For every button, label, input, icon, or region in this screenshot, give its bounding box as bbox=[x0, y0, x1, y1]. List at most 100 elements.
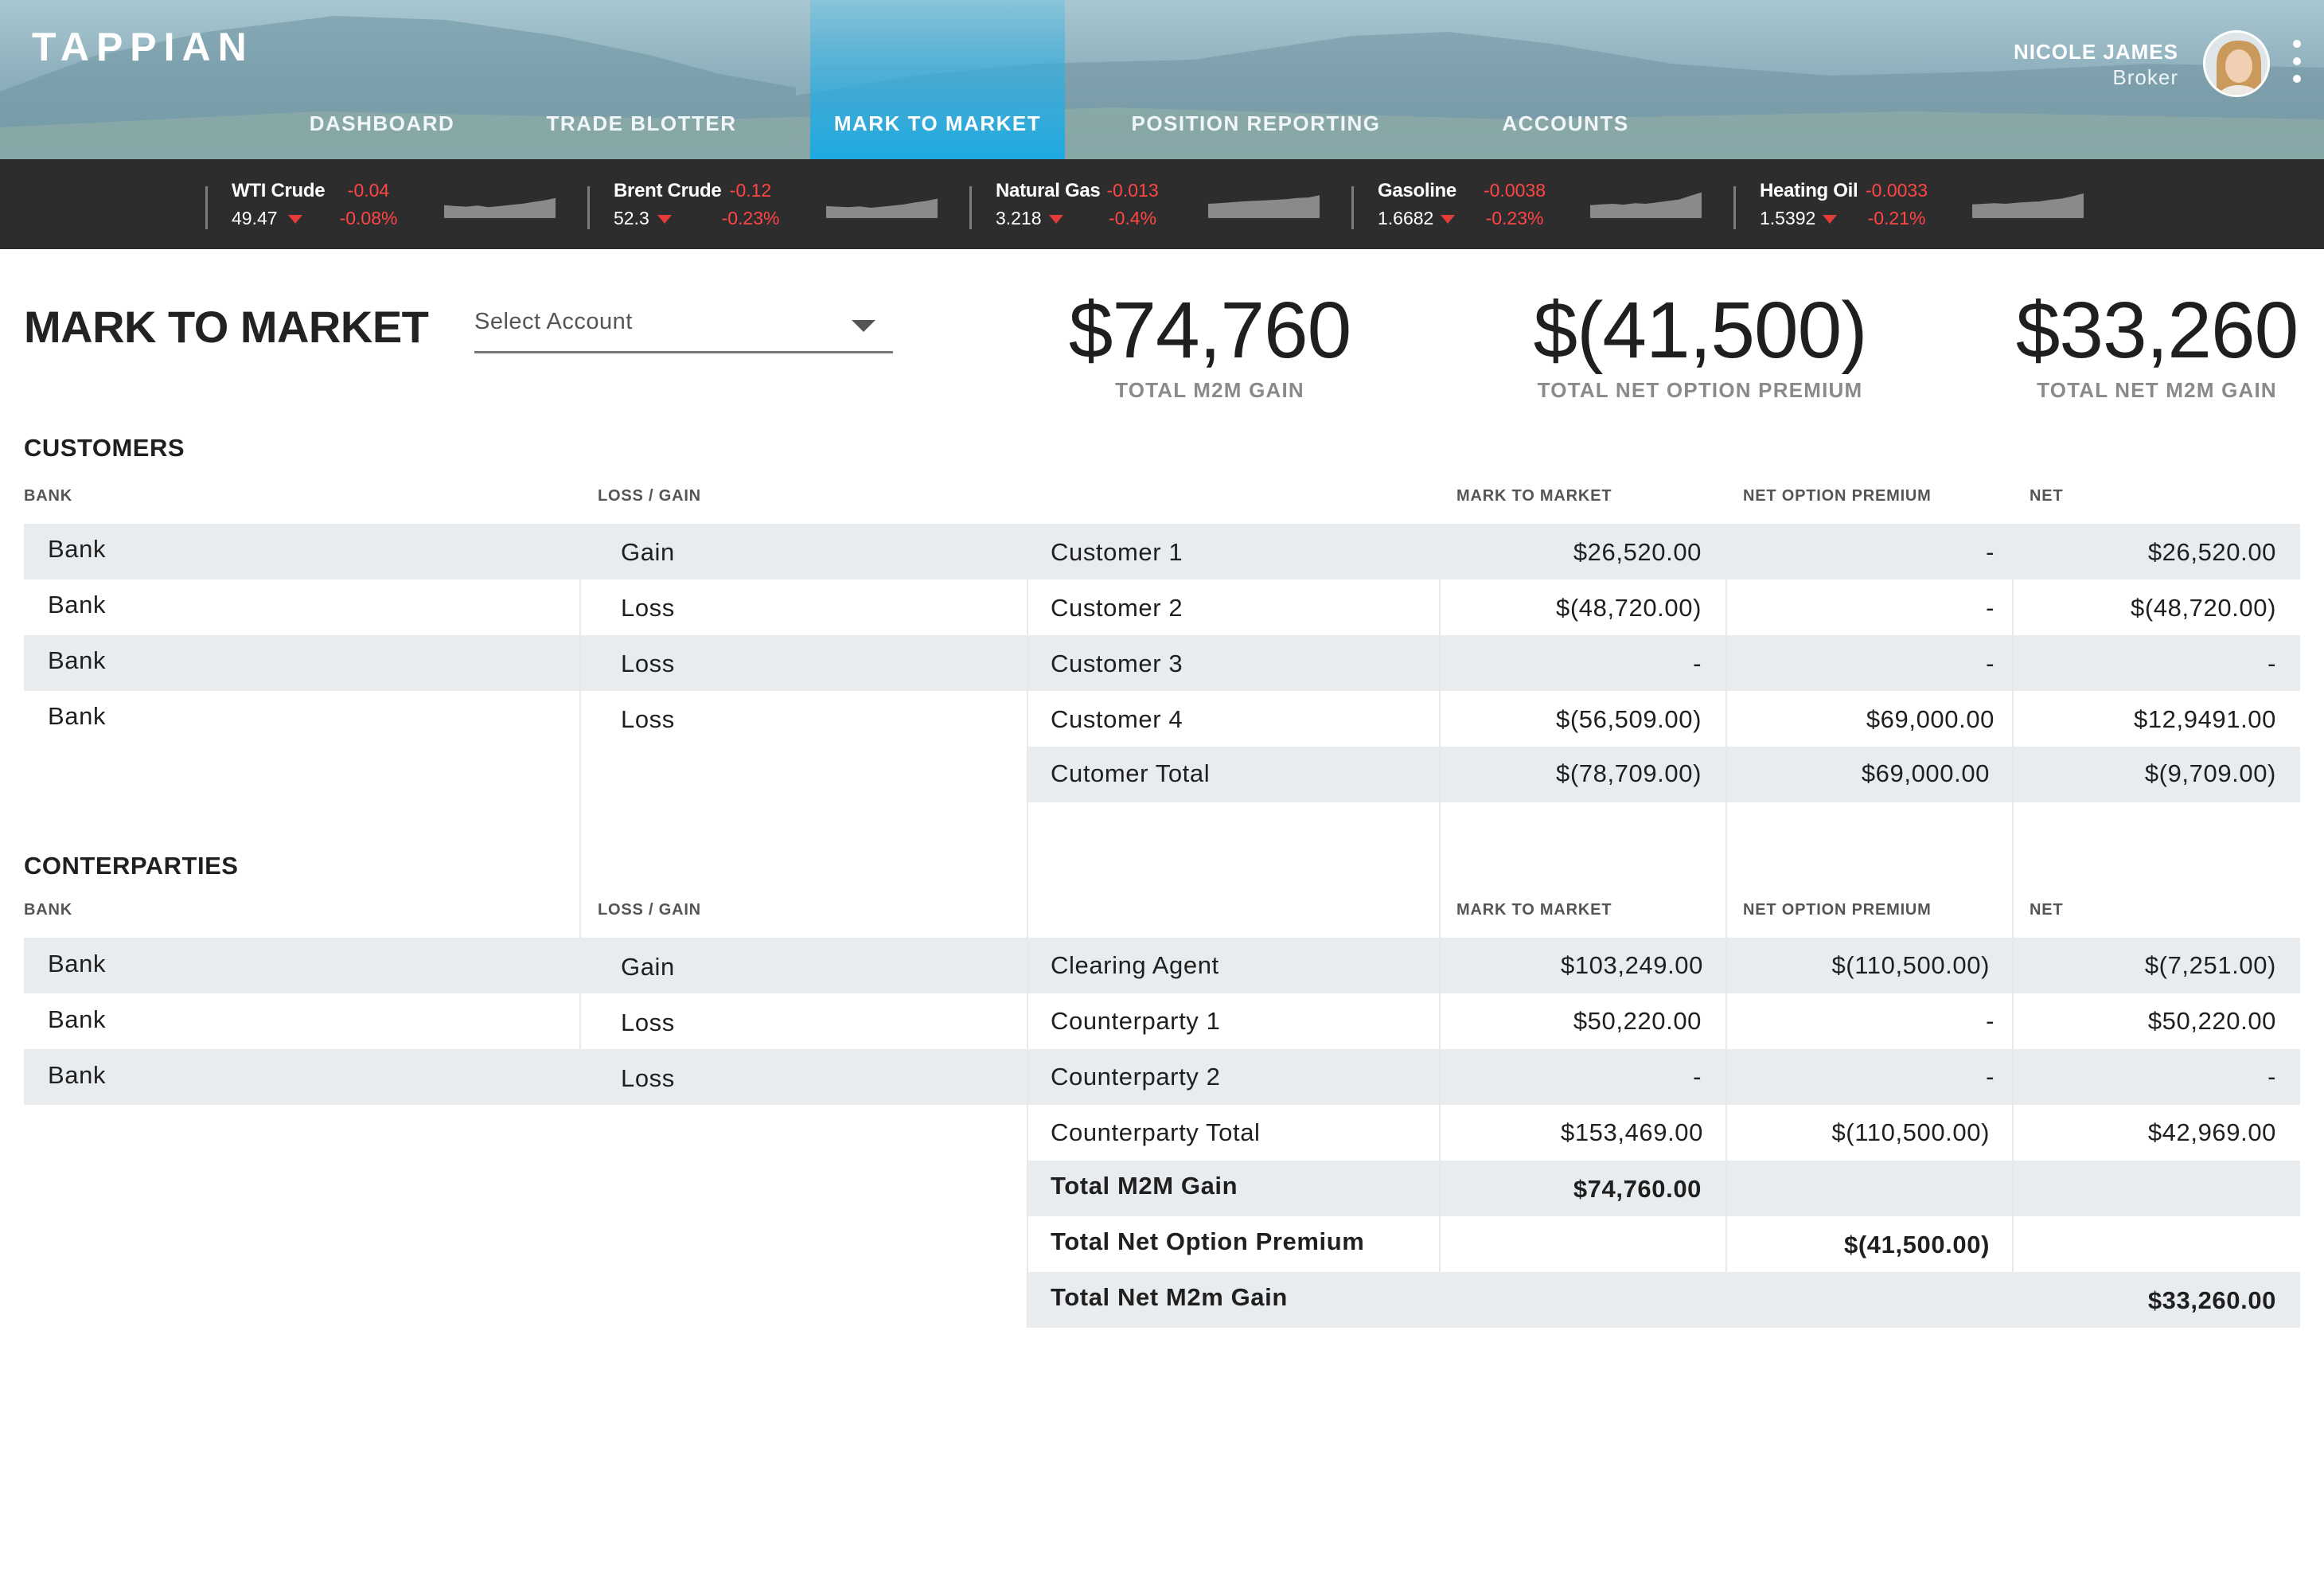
column-header-net: NET bbox=[2030, 487, 2064, 505]
table-row-loss-gain: Gain bbox=[621, 538, 675, 566]
ticker-name: Heating Oil bbox=[1760, 180, 1858, 201]
ticker-item[interactable]: Brent Crude 52.3 -0.12 -0.23% bbox=[587, 159, 969, 249]
customer-total-label: Cutomer Total bbox=[1051, 759, 1211, 787]
down-arrow-icon bbox=[1823, 215, 1837, 224]
ticker-item[interactable]: WTI Crude 49.47 -0.04 -0.08% bbox=[205, 159, 587, 249]
total-net-m2m-gain-label: Total Net M2m Gain bbox=[1051, 1283, 1288, 1311]
counterparty-total-net: $42,969.00 bbox=[2147, 1118, 2276, 1146]
sparkline-area bbox=[1208, 195, 1320, 218]
section-title-counterparties: CONTERPARTIES bbox=[24, 852, 239, 880]
table-row-bank: Bank bbox=[48, 1005, 107, 1033]
table-row-name[interactable]: Customer 1 bbox=[1051, 538, 1183, 567]
column-header-bank: BANK bbox=[24, 487, 72, 505]
sparkline-area bbox=[1590, 192, 1702, 218]
ticker-change: -0.0033 bbox=[1865, 180, 1928, 201]
column-header-net-option-premium: NET OPTION PREMIUM bbox=[1743, 901, 1932, 919]
total-net-m2m-gain-value: $33,260.00 bbox=[2147, 1286, 2276, 1314]
table-row-m2m: $(56,509.00) bbox=[1556, 705, 1702, 733]
user-name: NICOLE JAMES bbox=[2013, 40, 2178, 64]
ticker-price: 49.47 bbox=[232, 208, 278, 228]
customer-total-m2m: $(78,709.00) bbox=[1556, 759, 1702, 787]
sparkline-icon bbox=[1972, 193, 2084, 218]
table-row-name[interactable]: Clearing Agent bbox=[1051, 951, 1219, 980]
total-m2m-gain-label: Total M2M Gain bbox=[1051, 1172, 1238, 1200]
ticker-price: 1.6682 bbox=[1378, 208, 1434, 228]
table-row-nop: $69,000.00 bbox=[1866, 705, 1995, 733]
table-row-net: $26,520.00 bbox=[2147, 538, 2276, 566]
table-row-bank: Bank bbox=[48, 591, 107, 618]
summary-label: TOTAL NET M2M GAIN bbox=[2037, 378, 2277, 402]
summary-label: TOTAL NET OPTION PREMIUM bbox=[1537, 378, 1863, 402]
ticker-item[interactable]: Heating Oil 1.5392 -0.0033 -0.21% bbox=[1733, 159, 2115, 249]
more-menu-icon[interactable] bbox=[2289, 40, 2305, 91]
nav-dashboard[interactable]: DASHBOARD bbox=[296, 0, 468, 159]
table-row-nop: - bbox=[1986, 650, 1995, 677]
summary-total-m2m-gain: $74,760 TOTAL M2M GAIN bbox=[1027, 283, 1393, 403]
summary-value: $(41,500) bbox=[1533, 286, 1867, 375]
main-nav: DASHBOARD TRADE BLOTTER MARK TO MARKET P… bbox=[0, 0, 2324, 159]
table-row-name[interactable]: Customer 4 bbox=[1051, 705, 1183, 734]
table-row-m2m: $26,520.00 bbox=[1573, 538, 1702, 566]
summary-label: TOTAL M2M GAIN bbox=[1115, 378, 1304, 402]
table-row-loss-gain: Loss bbox=[621, 1009, 675, 1036]
table-row-loss-gain: Loss bbox=[621, 705, 675, 733]
down-arrow-icon bbox=[1049, 215, 1063, 224]
account-select-placeholder: Select Account bbox=[474, 309, 633, 334]
chevron-down-icon[interactable] bbox=[852, 320, 875, 332]
nav-position-reporting[interactable]: POSITION REPORTING bbox=[1122, 0, 1390, 159]
sparkline-area bbox=[1972, 193, 2084, 218]
nav-mark-to-market[interactable]: MARK TO MARKET bbox=[810, 0, 1065, 159]
section-title-customers: CUSTOMERS bbox=[24, 434, 185, 462]
table-row-net: $12,9491.00 bbox=[2134, 705, 2276, 733]
nav-accounts[interactable]: ACCOUNTS bbox=[1490, 0, 1641, 159]
table-row-nop: - bbox=[1986, 1007, 1995, 1035]
ticker-percent: -0.21% bbox=[1867, 208, 1926, 228]
table-row-nop: $(110,500.00) bbox=[1831, 951, 1990, 979]
user-role: Broker bbox=[2112, 65, 2178, 89]
table-row-bank: Bank bbox=[48, 1061, 107, 1089]
ticker-item[interactable]: Gasoline 1.6682 -0.0038 -0.23% bbox=[1351, 159, 1733, 249]
table-row-net: $(48,720.00) bbox=[2131, 594, 2276, 622]
ticker-name: Gasoline bbox=[1378, 180, 1456, 201]
table-row-name[interactable]: Customer 3 bbox=[1051, 650, 1183, 678]
summary-value: $33,260 bbox=[2015, 286, 2299, 375]
ticker-change: -0.04 bbox=[347, 180, 390, 201]
table-row-name[interactable]: Counterparty 1 bbox=[1051, 1007, 1220, 1036]
total-m2m-gain-value: $74,760.00 bbox=[1573, 1175, 1702, 1203]
avatar[interactable] bbox=[2203, 30, 2270, 97]
column-header-bank: BANK bbox=[24, 901, 72, 919]
account-select[interactable]: Select Account bbox=[474, 301, 893, 353]
ticker-change: -0.0038 bbox=[1483, 180, 1546, 201]
counterparty-total-m2m: $153,469.00 bbox=[1561, 1118, 1703, 1146]
table-row-m2m: $(48,720.00) bbox=[1556, 594, 1702, 622]
column-header-net: NET bbox=[2030, 901, 2064, 919]
ticker-name: Brent Crude bbox=[614, 180, 722, 201]
table-row-bank: Bank bbox=[48, 646, 107, 674]
counterparty-total-label: Counterparty Total bbox=[1051, 1118, 1261, 1146]
table-row-loss-gain: Loss bbox=[621, 650, 675, 677]
table-row-loss-gain: Loss bbox=[621, 594, 675, 622]
column-header-mark-to-market: MARK TO MARKET bbox=[1456, 901, 1612, 919]
summary-total-net-m2m-gain: $33,260 TOTAL NET M2M GAIN bbox=[1982, 283, 2324, 403]
ticker-change: -0.12 bbox=[729, 180, 772, 201]
column-header-loss-gain: LOSS / GAIN bbox=[598, 487, 701, 505]
summary-value: $74,760 bbox=[1068, 286, 1351, 375]
table-row-nop: - bbox=[1986, 1063, 1995, 1091]
table-row-m2m: $103,249.00 bbox=[1561, 951, 1703, 979]
ticker-name: WTI Crude bbox=[232, 180, 326, 201]
table-row-loss-gain: Gain bbox=[621, 953, 675, 981]
ticker-item[interactable]: Natural Gas 3.218 -0.013 -0.4% bbox=[969, 159, 1351, 249]
table-row-nop: - bbox=[1986, 594, 1995, 622]
down-arrow-icon bbox=[288, 215, 302, 224]
down-arrow-icon bbox=[657, 215, 672, 224]
counterparty-total-nop: $(110,500.00) bbox=[1831, 1118, 1990, 1146]
table-row-name[interactable]: Customer 2 bbox=[1051, 594, 1183, 622]
table-row-net: - bbox=[2267, 650, 2276, 677]
nav-trade-blotter[interactable]: TRADE BLOTTER bbox=[535, 0, 748, 159]
column-header-mark-to-market: MARK TO MARKET bbox=[1456, 487, 1612, 505]
table-row-net: $50,220.00 bbox=[2147, 1007, 2276, 1035]
table-row-net: - bbox=[2267, 1063, 2276, 1091]
ticker-price: 3.218 bbox=[996, 208, 1042, 228]
total-net-option-premium-label: Total Net Option Premium bbox=[1051, 1227, 1365, 1255]
table-row-name[interactable]: Counterparty 2 bbox=[1051, 1063, 1220, 1091]
